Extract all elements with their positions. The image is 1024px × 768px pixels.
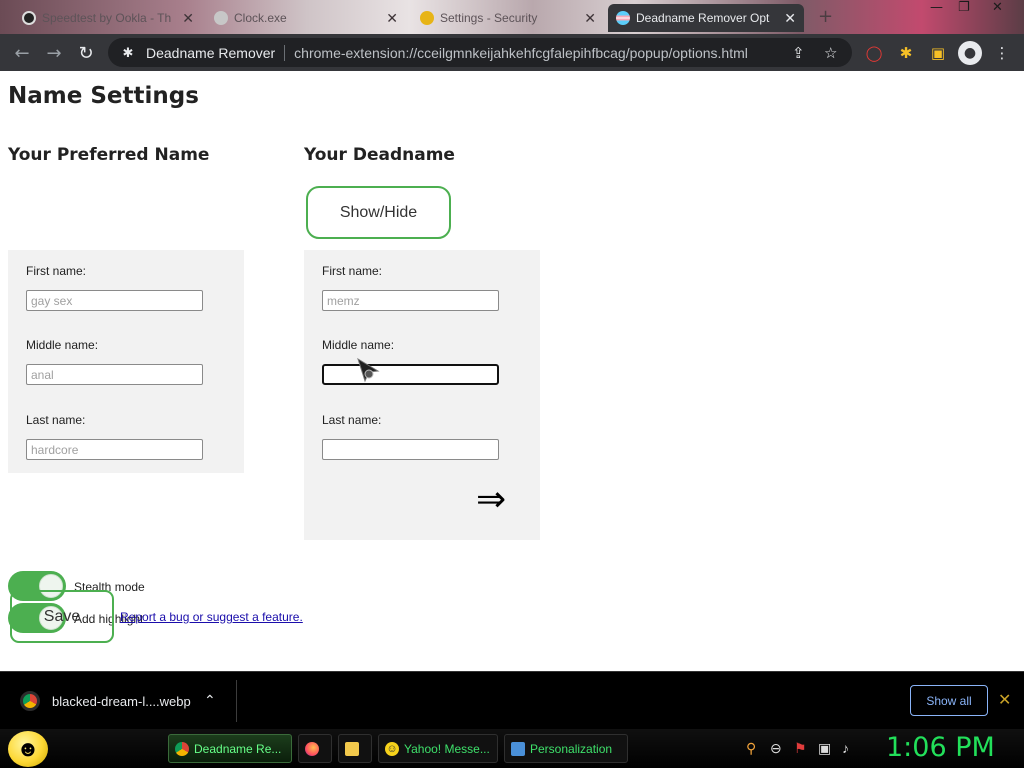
tab-speedtest[interactable]: Speedtest by Ookla - Th ✕: [14, 4, 202, 32]
show-all-downloads-button[interactable]: Show all: [910, 685, 988, 716]
speedtest-favicon-icon: [22, 11, 36, 25]
chrome-file-icon: [20, 691, 40, 711]
download-separator: [236, 680, 237, 722]
taskbar-item-label: Yahoo! Messe...: [404, 741, 490, 756]
search-icon[interactable]: ⚲: [746, 740, 756, 757]
deadname-last-name-input[interactable]: [322, 439, 499, 460]
trans-flag-favicon-icon: [616, 11, 630, 25]
page-favicon-icon: [214, 11, 228, 25]
preferred-last-name-input[interactable]: hardcore: [26, 439, 203, 460]
volume-icon[interactable]: ♪: [842, 740, 849, 756]
yahoo-smiley-icon: ☺: [385, 741, 399, 756]
restore-icon[interactable]: ❐: [958, 0, 970, 15]
preferred-name-heading: Your Preferred Name: [8, 145, 210, 165]
profile-avatar-icon[interactable]: ●: [958, 41, 982, 65]
taskbar-item-label: Personalization: [530, 741, 613, 756]
taskbar-item-explorer[interactable]: [338, 734, 372, 763]
tab-title: Clock.exe: [234, 11, 287, 25]
deadname-panel: First name: memz Middle name: Last name:…: [304, 250, 540, 540]
deadname-first-name-label: First name:: [322, 264, 383, 278]
share-icon[interactable]: ⇪: [792, 44, 805, 62]
close-tab-icon[interactable]: ✕: [584, 10, 596, 27]
personalization-monitor-icon: [511, 741, 525, 756]
taskbar-item-personalization[interactable]: Personalization: [504, 734, 628, 763]
preferred-first-name-input[interactable]: gay sex: [26, 290, 203, 311]
network-icon[interactable]: ▣: [818, 740, 831, 757]
preferred-first-name-label: First name:: [26, 264, 87, 278]
extension-puzzle-icon: ✱: [122, 44, 134, 60]
firefox-icon: [305, 741, 319, 756]
taskbar-item-firefox[interactable]: [298, 734, 332, 763]
save-button[interactable]: Save: [10, 590, 114, 643]
browser-toolbar: ← → ↻ ✱ Deadname Remover chrome-extensio…: [0, 34, 1024, 71]
download-item[interactable]: blacked-dream-l....webp: [20, 689, 191, 713]
close-tab-icon[interactable]: ✕: [784, 10, 796, 27]
chrome-menu-icon[interactable]: ⋮: [992, 43, 1012, 63]
taskbar-clock[interactable]: 1:06 PM: [886, 732, 995, 763]
opera-extension-icon[interactable]: ◯: [864, 43, 884, 63]
action-center-flag-icon[interactable]: ⚑: [794, 740, 807, 757]
preferred-middle-name-input[interactable]: anal: [26, 364, 203, 385]
tab-title: Settings - Security: [440, 11, 538, 25]
close-tab-icon[interactable]: ✕: [386, 10, 398, 27]
site-name: Deadname Remover: [146, 44, 276, 61]
address-bar[interactable]: ✱ Deadname Remover chrome-extension://cc…: [108, 38, 852, 67]
taskbar-item-yahoo-messenger[interactable]: ☺ Yahoo! Messe...: [378, 734, 498, 763]
tab-settings[interactable]: Settings - Security ✕: [412, 4, 604, 32]
start-button-smiley-icon[interactable]: ☻: [8, 731, 48, 767]
options-page: Name Settings Your Preferred Name Your D…: [0, 71, 1024, 671]
bookmark-star-icon[interactable]: ☆: [824, 44, 837, 62]
page-title: Name Settings: [8, 83, 199, 109]
taskbar-item-chrome[interactable]: Deadname Re...: [168, 734, 292, 763]
windows-taskbar: ☻ Deadname Re... ☺ Yahoo! Messe... Perso…: [0, 729, 1024, 768]
close-tab-icon[interactable]: ✕: [182, 10, 194, 27]
tab-deadname-remover[interactable]: Deadname Remover Opt ✕: [608, 4, 804, 32]
preferred-middle-name-label: Middle name:: [26, 338, 99, 352]
chrome-icon: [175, 741, 189, 756]
status-circle-icon[interactable]: ⊖: [770, 740, 782, 757]
taskbar-item-label: Deadname Re...: [194, 741, 282, 756]
side-panel-icon[interactable]: ▣: [928, 43, 948, 63]
deadname-heading: Your Deadname: [304, 145, 455, 165]
extensions-puzzle-icon[interactable]: ✱: [896, 43, 916, 63]
close-window-icon[interactable]: ✕: [992, 0, 1003, 15]
next-arrow-icon[interactable]: ⇒: [476, 482, 506, 518]
deadname-middle-name-input[interactable]: [322, 364, 499, 385]
minimize-icon[interactable]: —: [930, 0, 943, 15]
downloads-bar: blacked-dream-l....webp ⌃ Show all ✕: [0, 671, 1024, 729]
folder-icon: [345, 741, 359, 756]
close-downloads-icon[interactable]: ✕: [998, 690, 1011, 710]
new-tab-icon[interactable]: +: [818, 6, 833, 27]
browser-tab-strip: Speedtest by Ookla - Th ✕ Clock.exe ✕ Se…: [0, 0, 1024, 34]
address-separator: [284, 44, 286, 61]
deadname-middle-name-label: Middle name:: [322, 338, 395, 352]
report-bug-link[interactable]: Report a bug or suggest a feature.: [120, 610, 303, 624]
download-file-name: blacked-dream-l....webp: [52, 693, 191, 709]
reload-icon[interactable]: ↻: [74, 41, 98, 65]
settings-favicon-icon: [420, 11, 434, 25]
tab-title: Speedtest by Ookla - Th: [42, 11, 172, 25]
url-text[interactable]: chrome-extension://cceilgmnkeijahkehfcgf…: [294, 45, 748, 61]
mouse-cursor-icon: [357, 357, 380, 383]
forward-icon[interactable]: →: [42, 41, 66, 65]
back-icon[interactable]: ←: [10, 41, 34, 65]
chevron-up-icon[interactable]: ⌃: [204, 692, 216, 709]
deadname-last-name-label: Last name:: [322, 413, 382, 427]
show-hide-button[interactable]: Show/Hide: [306, 186, 451, 239]
deadname-first-name-input[interactable]: memz: [322, 290, 499, 311]
preferred-last-name-label: Last name:: [26, 413, 86, 427]
preferred-name-panel: First name: gay sex Middle name: anal La…: [8, 250, 244, 473]
tab-title: Deadname Remover Opt: [636, 11, 770, 25]
tab-clock[interactable]: Clock.exe ✕: [206, 4, 406, 32]
